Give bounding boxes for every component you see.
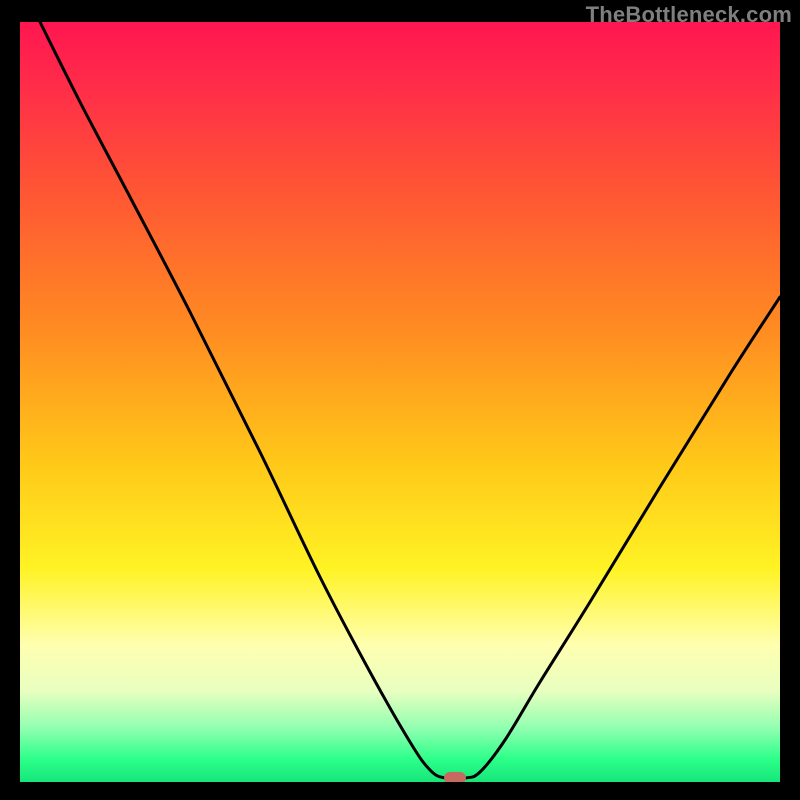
- optimal-point-marker: [444, 772, 466, 782]
- chart-frame: TheBottleneck.com: [0, 0, 800, 800]
- curve-layer: [20, 22, 780, 782]
- plot-area: [20, 22, 780, 782]
- bottleneck-curve: [40, 22, 780, 779]
